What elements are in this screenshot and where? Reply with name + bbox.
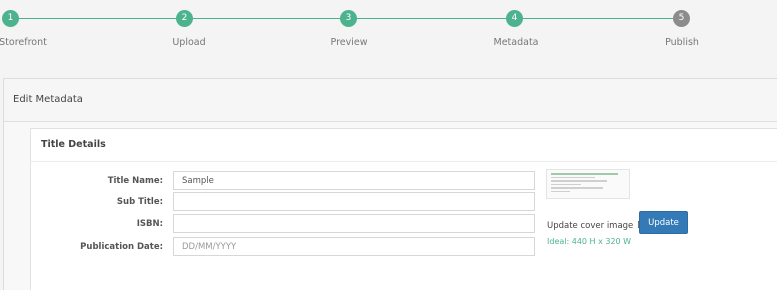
publication-date-row: Publication Date: bbox=[31, 237, 535, 257]
ideal-size-hint: Ideal: 440 H x 320 W bbox=[547, 237, 632, 246]
card-title: Title Details bbox=[31, 129, 777, 162]
isbn-input[interactable] bbox=[173, 214, 535, 233]
stepper-line-4 bbox=[514, 18, 682, 19]
stepper-line-2 bbox=[184, 18, 348, 19]
update-cover-button[interactable]: Update bbox=[639, 211, 688, 234]
stepper-line-3 bbox=[348, 18, 514, 19]
update-cover-text: Update cover image bbox=[547, 219, 647, 233]
step-1-marker[interactable]: 1 bbox=[2, 10, 19, 27]
sub-title-row: Sub Title: bbox=[31, 192, 535, 212]
panel-title: Edit Metadata bbox=[4, 79, 777, 122]
isbn-label: ISBN: bbox=[136, 219, 163, 229]
title-name-row: Title Name: bbox=[31, 171, 535, 191]
sub-title-label: Sub Title: bbox=[116, 197, 163, 207]
step-4-label[interactable]: Metadata bbox=[494, 37, 539, 48]
title-name-input[interactable] bbox=[173, 171, 535, 190]
update-cover-label: Update cover image bbox=[547, 221, 634, 231]
step-5-label[interactable]: Publish bbox=[665, 37, 699, 48]
step-2-label[interactable]: Upload bbox=[172, 37, 205, 48]
step-5-marker[interactable]: 5 bbox=[673, 10, 690, 27]
edit-metadata-panel: Edit Metadata Title Details Title Name: … bbox=[3, 78, 777, 290]
cover-thumbnail bbox=[546, 169, 630, 199]
stepper-line-1 bbox=[10, 18, 184, 19]
publication-date-input[interactable] bbox=[173, 237, 535, 256]
title-name-label: Title Name: bbox=[107, 176, 163, 186]
step-3-marker[interactable]: 3 bbox=[340, 10, 357, 27]
step-3-label[interactable]: Preview bbox=[331, 37, 368, 48]
publication-date-label: Publication Date: bbox=[80, 242, 163, 252]
step-4-marker[interactable]: 4 bbox=[506, 10, 523, 27]
isbn-row: ISBN: bbox=[31, 214, 535, 234]
sub-title-input[interactable] bbox=[173, 192, 535, 211]
progress-stepper: 1 2 3 4 5 Storefront Upload Preview Meta… bbox=[0, 0, 777, 66]
title-details-card: Title Details Title Name: Sub Title: ISB… bbox=[30, 128, 777, 290]
step-2-marker[interactable]: 2 bbox=[176, 10, 193, 27]
step-1-label[interactable]: Storefront bbox=[0, 37, 47, 48]
